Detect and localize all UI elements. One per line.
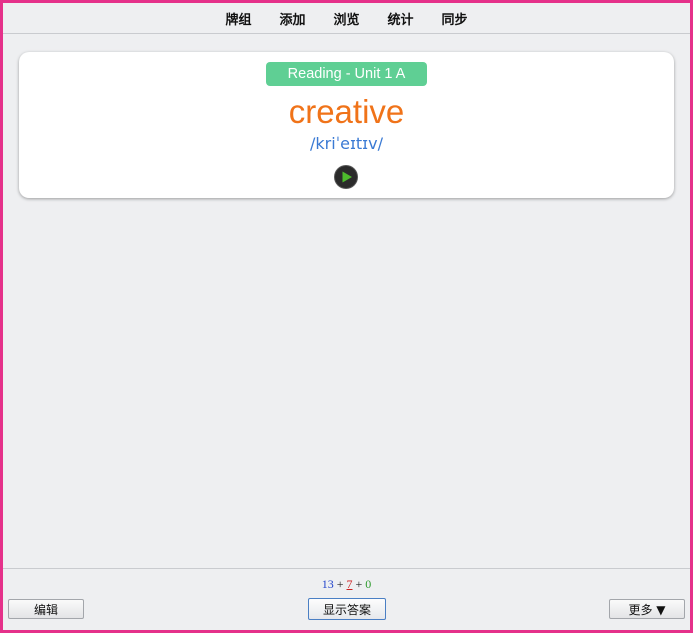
edit-button[interactable]: 编辑	[8, 599, 84, 619]
show-answer-button[interactable]: 显示答案	[308, 598, 386, 620]
nav-stats[interactable]: 统计	[387, 9, 415, 28]
flashcard: Reading - Unit 1 A creative /kriˈeɪtɪv/	[19, 52, 674, 198]
deck-badge: Reading - Unit 1 A	[266, 62, 427, 86]
nav-decks[interactable]: 牌组	[224, 9, 252, 28]
count-separator: +	[336, 577, 344, 591]
nav-sync[interactable]: 同步	[441, 9, 469, 28]
nav-browse[interactable]: 浏览	[332, 9, 360, 28]
review-count: 0	[365, 577, 372, 591]
bottom-bar: 13 + 7 + 0 编辑 显示答案 更多 ▼	[3, 568, 690, 630]
reviewer-window: 牌组 添加 浏览 统计 同步 Reading - Unit 1 A creati…	[0, 0, 693, 633]
top-nav: 牌组 添加 浏览 统计 同步	[3, 3, 690, 34]
learning-count: 7	[346, 577, 353, 591]
count-separator: +	[355, 577, 363, 591]
play-icon[interactable]	[335, 166, 357, 188]
nav-add[interactable]: 添加	[278, 9, 306, 28]
card-phonetic: /kriˈeɪtɪv/	[310, 134, 383, 153]
due-counts: 13 + 7 + 0	[3, 577, 690, 592]
new-count: 13	[321, 577, 334, 591]
more-button[interactable]: 更多 ▼	[609, 599, 685, 619]
card-word: creative	[288, 93, 405, 130]
